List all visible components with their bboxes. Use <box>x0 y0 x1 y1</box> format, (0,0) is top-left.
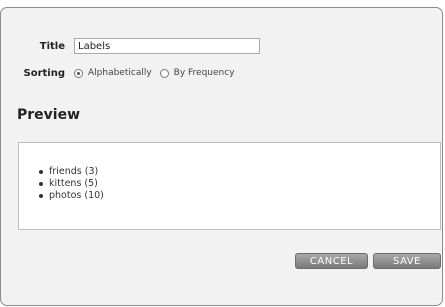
sorting-row: Sorting Alphabetically By Frequency <box>10 65 235 81</box>
preview-box: friends (3) kittens (5) photos (10) <box>18 142 441 230</box>
sort-alphabetically-label[interactable]: Alphabetically <box>88 68 152 78</box>
bullet-icon <box>39 194 43 198</box>
sort-alphabetically-option[interactable]: Alphabetically <box>74 68 152 78</box>
list-item: photos (10) <box>39 190 104 202</box>
bullet-icon <box>39 182 43 186</box>
title-label: Title <box>39 40 65 52</box>
sorting-radio-group: Alphabetically By Frequency <box>74 68 235 78</box>
cancel-button[interactable]: CANCEL <box>295 253 368 269</box>
preview-list: friends (3) kittens (5) photos (10) <box>39 166 104 202</box>
sorting-label: Sorting <box>23 67 66 79</box>
sort-by-frequency-radio[interactable] <box>159 68 169 78</box>
sort-alphabetically-radio[interactable] <box>74 68 83 78</box>
list-item-text: friends (3) <box>49 166 99 177</box>
title-input[interactable] <box>74 38 260 54</box>
list-item-text: photos (10) <box>49 190 104 201</box>
list-item-text: kittens (5) <box>49 178 98 189</box>
bullet-icon <box>39 170 43 174</box>
sort-by-frequency-label[interactable]: By Frequency <box>174 68 235 78</box>
title-row: Title <box>10 37 260 55</box>
save-button[interactable]: SAVE <box>373 253 441 269</box>
preview-heading: Preview <box>17 107 81 123</box>
list-item: friends (3) <box>39 166 104 178</box>
list-item: kittens (5) <box>39 178 104 190</box>
sort-by-frequency-option[interactable]: By Frequency <box>159 68 235 78</box>
